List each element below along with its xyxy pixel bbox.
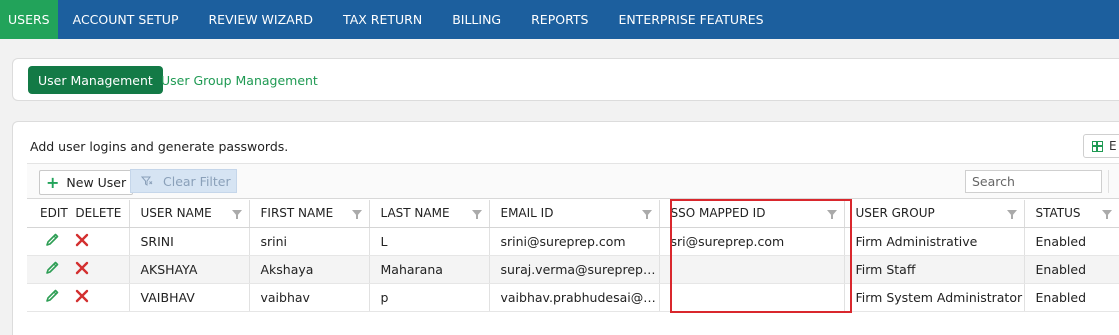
nav-review-wizard[interactable]: REVIEW WIZARD [194,0,329,39]
table-row: VAIBHAV vaibhav p vaibhav.prabhudesai@su… [27,283,1119,312]
row-actions [27,255,130,284]
tab-user-group-management[interactable]: User Group Management [161,66,318,94]
plus-icon: + [46,172,60,192]
subtabs-panel: User Management User Group Management [12,58,1119,101]
new-user-button[interactable]: + New User [39,170,134,195]
grid-toolbar: + New User Clear Filter [27,163,1119,199]
header-delete: DELETE [75,206,122,221]
delete-x-icon[interactable] [75,261,89,278]
cell-email-id: vaibhav.prabhudesai@sure… [489,283,660,312]
clear-filter-icon [141,176,153,186]
cell-first-name: vaibhav [249,283,370,312]
cell-last-name: p [369,283,490,312]
column-filter-icon[interactable] [1101,210,1112,219]
cell-status: Enabled [1024,283,1119,312]
header-sso-mapped-id[interactable]: SSO MAPPED ID [659,200,845,228]
header-first-name[interactable]: FIRST NAME [249,200,370,228]
column-filter-icon[interactable] [826,210,837,219]
header-edit: EDIT [40,206,68,221]
cell-first-name: Akshaya [249,255,370,284]
header-edit-delete: EDIT DELETE [27,200,130,228]
cell-last-name: Maharana [369,255,490,284]
table-row: SRINI srini L srini@sureprep.com sri@sur… [27,227,1119,256]
cell-user-group: Firm Administrative [844,227,1025,256]
nav-users[interactable]: USERS [0,0,58,39]
column-filter-icon[interactable] [1006,210,1017,219]
nav-enterprise-features[interactable]: ENTERPRISE FEATURES [603,0,778,39]
top-navigation: USERS ACCOUNT SETUP REVIEW WIZARD TAX RE… [0,0,1119,39]
header-status-label: STATUS [1035,206,1081,221]
delete-x-icon[interactable] [75,233,89,250]
column-filter-icon[interactable] [641,210,652,219]
cell-sso-mapped-id [659,255,845,284]
cell-first-name: srini [249,227,370,256]
header-user-group-label: USER GROUP [855,206,935,221]
export-excel-button[interactable]: E [1083,134,1119,158]
clear-filter-label: Clear Filter [163,173,231,189]
nav-account-setup[interactable]: ACCOUNT SETUP [58,0,194,39]
edit-pencil-icon[interactable] [44,288,60,307]
table-header-row: EDIT DELETE USER NAME FIRST NAME LAST NA… [27,200,1119,228]
nav-billing[interactable]: BILLING [437,0,516,39]
new-user-label: New User [66,175,127,190]
cell-user-group: Firm Staff [844,255,1025,284]
cell-last-name: L [369,227,490,256]
nav-tax-return[interactable]: TAX RETURN [328,0,437,39]
nav-reports[interactable]: REPORTS [516,0,603,39]
cell-email-id: srini@sureprep.com [489,227,660,256]
cell-user-group: Firm System Administrator [844,283,1025,312]
users-table: EDIT DELETE USER NAME FIRST NAME LAST NA… [27,200,1119,312]
cell-user-name: VAIBHAV [129,283,250,312]
header-first-name-label: FIRST NAME [260,206,334,221]
toolbar-divider [1108,170,1109,193]
edit-pencil-icon[interactable] [44,260,60,279]
column-filter-icon[interactable] [351,210,362,219]
export-label: E [1109,139,1117,153]
header-user-group[interactable]: USER GROUP [844,200,1025,228]
clear-filter-button[interactable]: Clear Filter [130,169,237,193]
header-email-id-label: EMAIL ID [500,206,554,221]
edit-pencil-icon[interactable] [44,232,60,251]
cell-email-id: suraj.verma@sureprep.com [489,255,660,284]
column-filter-icon[interactable] [471,210,482,219]
header-user-name[interactable]: USER NAME [129,200,250,228]
cell-sso-mapped-id: sri@sureprep.com [659,227,845,256]
row-actions [27,283,130,312]
cell-sso-mapped-id [659,283,845,312]
delete-x-icon[interactable] [75,289,89,306]
header-user-name-label: USER NAME [140,206,212,221]
search-input[interactable] [965,170,1102,193]
header-email-id[interactable]: EMAIL ID [489,200,660,228]
page-description: Add user logins and generate passwords. [30,139,289,154]
row-actions [27,227,130,256]
tab-user-management[interactable]: User Management [28,66,163,94]
header-status[interactable]: STATUS [1024,200,1119,228]
column-filter-icon[interactable] [231,210,242,219]
excel-icon [1092,140,1103,152]
cell-user-name: SRINI [129,227,250,256]
cell-user-name: AKSHAYA [129,255,250,284]
cell-status: Enabled [1024,255,1119,284]
cell-status: Enabled [1024,227,1119,256]
header-sso-mapped-id-label: SSO MAPPED ID [670,206,766,221]
table-row: AKSHAYA Akshaya Maharana suraj.verma@sur… [27,255,1119,284]
header-last-name[interactable]: LAST NAME [369,200,490,228]
header-last-name-label: LAST NAME [380,206,450,221]
